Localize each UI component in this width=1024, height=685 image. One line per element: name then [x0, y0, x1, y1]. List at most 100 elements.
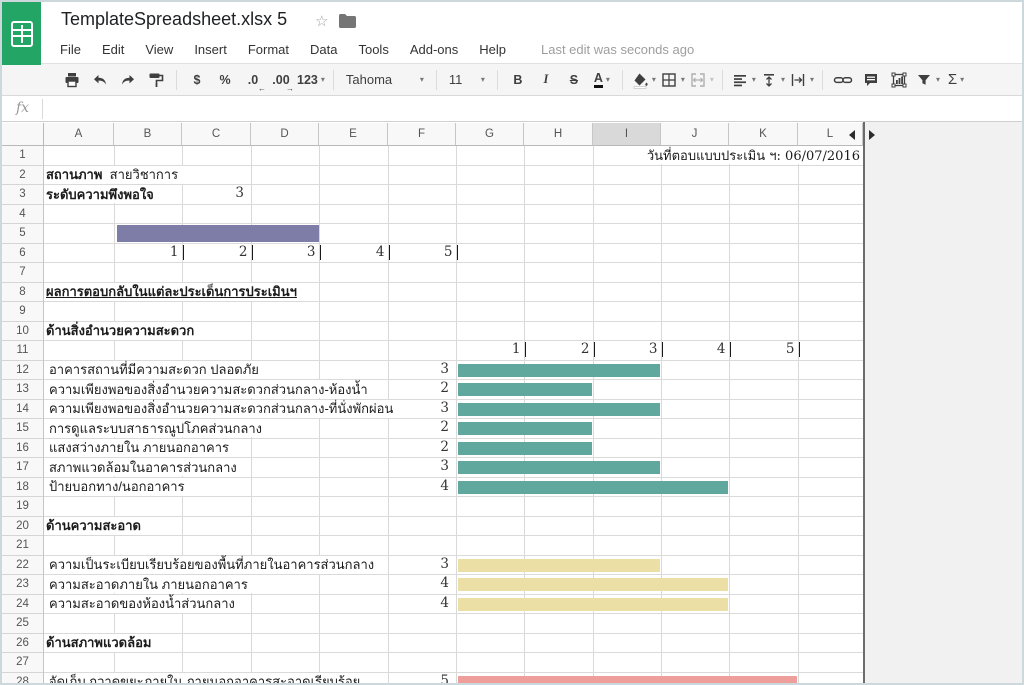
grid-row-24[interactable]: ความสะอาดของห้องน้ำส่วนกลาง4: [44, 595, 863, 615]
grid-row-11[interactable]: 12345: [44, 341, 863, 361]
font-family-select[interactable]: Tahoma▾: [342, 68, 428, 92]
cell-value[interactable]: 3: [184, 185, 244, 203]
row-header-4[interactable]: 4: [2, 205, 43, 225]
column-header-G[interactable]: G: [456, 123, 524, 146]
grid-row-14[interactable]: ความเพียงพอของสิ่งอำนวยความสะดวกส่วนกลาง…: [44, 400, 863, 420]
cell-item-label[interactable]: ความเพียงพอของสิ่งอำนวยความสะดวกส่วนกลาง…: [49, 400, 399, 418]
font-size-select[interactable]: 11▾: [445, 68, 489, 92]
undo-button[interactable]: [88, 68, 112, 92]
grid-row-6[interactable]: 12345: [44, 244, 863, 264]
grid-row-5[interactable]: [44, 224, 863, 244]
menu-item-insert[interactable]: Insert: [194, 42, 227, 57]
grid-row-2[interactable]: สถานภาพ สายวิชาการ: [44, 166, 863, 186]
row-header-14[interactable]: 14: [2, 400, 43, 420]
row-header-8[interactable]: 8: [2, 283, 43, 303]
row-header-16[interactable]: 16: [2, 439, 43, 459]
text-wrap-button[interactable]: ▾: [789, 68, 814, 92]
cell-item-value[interactable]: 3: [389, 400, 449, 418]
row-header-2[interactable]: 2: [2, 166, 43, 186]
grid-row-13[interactable]: ความเพียงพอของสิ่งอำนวยความสะดวกส่วนกลาง…: [44, 380, 863, 400]
row-header-23[interactable]: 23: [2, 575, 43, 595]
grid-row-21[interactable]: [44, 536, 863, 556]
row-header-17[interactable]: 17: [2, 458, 43, 478]
insert-comment-button[interactable]: [859, 68, 883, 92]
star-icon[interactable]: ☆: [315, 12, 328, 30]
cell-item-value[interactable]: 4: [389, 595, 449, 613]
grid-row-26[interactable]: ด้านสภาพแวดล้อม: [44, 634, 863, 654]
cell-date[interactable]: วันที่ตอบแบบประเมิน ฯ: 06/07/2016: [641, 146, 860, 164]
row-header-22[interactable]: 22: [2, 556, 43, 576]
cell-item-value[interactable]: 2: [389, 439, 449, 457]
grid-row-15[interactable]: การดูแลระบบสาธารณูปโภคส่วนกลาง2: [44, 419, 863, 439]
cell-section-title[interactable]: ด้านสภาพแวดล้อม: [46, 634, 157, 652]
insert-chart-button[interactable]: [887, 68, 911, 92]
grid-row-28[interactable]: จัดเก็บ กวาดขยะภายใน ภายนอกอาคารสะอาดเรี…: [44, 673, 863, 685]
menu-item-file[interactable]: File: [60, 42, 81, 57]
grid-body[interactable]: วันที่ตอบแบบประเมิน ฯ: 06/07/2016 สถานภาพ…: [44, 146, 863, 685]
cell-item-label[interactable]: จัดเก็บ กวาดขยะภายใน ภายนอกอาคารสะอาดเรี…: [49, 673, 366, 685]
cell-section-title[interactable]: ด้านสิ่งอำนวยความสะดวก: [46, 322, 200, 340]
cell-item-label[interactable]: ความเป็นระเบียบเรียบร้อยของพื้นที่ภายในอ…: [49, 556, 380, 574]
formula-bar[interactable]: fx: [2, 96, 1022, 122]
vertical-align-button[interactable]: ▾: [760, 68, 785, 92]
increase-decimal-button[interactable]: .00→: [269, 68, 293, 92]
column-header-J[interactable]: J: [661, 123, 729, 146]
row-header-5[interactable]: 5: [2, 224, 43, 244]
filter-button[interactable]: ▾: [915, 68, 940, 92]
grid-row-7[interactable]: [44, 263, 863, 283]
row-header-15[interactable]: 15: [2, 419, 43, 439]
grid-row-16[interactable]: แสงสว่างภายใน ภายนอกอาคาร2: [44, 439, 863, 459]
row-header-28[interactable]: 28: [2, 673, 43, 685]
borders-button[interactable]: ▾: [660, 68, 685, 92]
cell-item-label[interactable]: สภาพแวดล้อมในอาคารส่วนกลาง: [49, 458, 243, 476]
functions-button[interactable]: Σ▾: [944, 68, 968, 92]
grid-row-25[interactable]: [44, 614, 863, 634]
row-header-3[interactable]: 3: [2, 185, 43, 205]
menu-item-addons[interactable]: Add-ons: [410, 42, 458, 57]
horizontal-align-button[interactable]: ▾: [731, 68, 756, 92]
menu-item-edit[interactable]: Edit: [102, 42, 124, 57]
cell-item-value[interactable]: 3: [389, 361, 449, 379]
column-header-H[interactable]: H: [524, 123, 593, 146]
row-header-18[interactable]: 18: [2, 478, 43, 498]
cell-item-value[interactable]: 2: [389, 380, 449, 398]
cell-item-label[interactable]: ป้ายบอกทาง/นอกอาคาร: [49, 478, 191, 496]
bold-button[interactable]: B: [506, 68, 530, 92]
column-header-C[interactable]: C: [182, 123, 251, 146]
more-formats-button[interactable]: 123▾: [297, 68, 325, 92]
column-header-A[interactable]: A: [44, 123, 114, 146]
cell-item-value[interactable]: 2: [389, 419, 449, 437]
cell-item-label[interactable]: ความสะอาดภายใน ภายนอกอาคาร: [49, 575, 254, 593]
format-percent-button[interactable]: %: [213, 68, 237, 92]
format-currency-button[interactable]: $: [185, 68, 209, 92]
column-header-E[interactable]: E: [319, 123, 388, 146]
row-header-11[interactable]: 11: [2, 341, 43, 361]
row-header-19[interactable]: 19: [2, 497, 43, 517]
cell-item-value[interactable]: 4: [389, 575, 449, 593]
column-header-D[interactable]: D: [251, 123, 319, 146]
row-header-9[interactable]: 9: [2, 302, 43, 322]
grid-row-8[interactable]: ผลการตอบกลับในแต่ละประเด็นการประเมินฯ: [44, 283, 863, 303]
column-header-K[interactable]: K: [729, 123, 798, 146]
fill-color-button[interactable]: ▾: [631, 68, 656, 92]
cell-status-label[interactable]: สถานภาพ สายวิชาการ: [46, 166, 184, 184]
grid-row-9[interactable]: [44, 302, 863, 322]
print-button[interactable]: [60, 68, 84, 92]
grid-row-3[interactable]: ระดับความพึงพอใจ3: [44, 185, 863, 205]
row-header-27[interactable]: 27: [2, 653, 43, 673]
grid-row-1[interactable]: วันที่ตอบแบบประเมิน ฯ: 06/07/2016: [44, 146, 863, 166]
menu-item-format[interactable]: Format: [248, 42, 289, 57]
decrease-decimal-button[interactable]: .0←: [241, 68, 265, 92]
row-header-6[interactable]: 6: [2, 244, 43, 264]
row-header-25[interactable]: 25: [2, 614, 43, 634]
redo-button[interactable]: [116, 68, 140, 92]
menu-item-view[interactable]: View: [145, 42, 173, 57]
row-header-21[interactable]: 21: [2, 536, 43, 556]
cell-item-value[interactable]: 4: [389, 478, 449, 496]
column-header-I[interactable]: I: [593, 123, 661, 146]
grid-row-23[interactable]: ความสะอาดภายใน ภายนอกอาคาร 4: [44, 575, 863, 595]
column-header-B[interactable]: B: [114, 123, 182, 146]
grid-row-10[interactable]: ด้านสิ่งอำนวยความสะดวก: [44, 322, 863, 342]
row-header-10[interactable]: 10: [2, 322, 43, 342]
scroll-right-arrow-icon[interactable]: [869, 130, 875, 140]
